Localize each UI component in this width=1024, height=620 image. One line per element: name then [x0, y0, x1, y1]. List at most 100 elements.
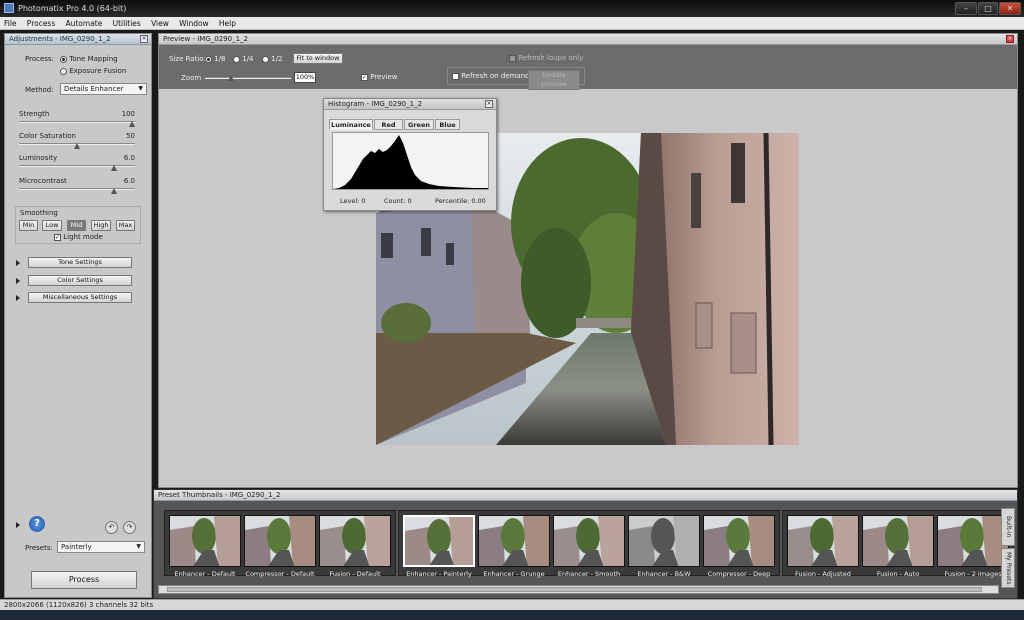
smoothing-high-button[interactable]: High: [91, 220, 111, 231]
ratio-1-8-radio[interactable]: 1/8: [205, 55, 226, 63]
light-mode-checkbox[interactable]: ✓ Light mode: [54, 233, 103, 241]
process-label: Process:: [25, 55, 54, 63]
expand-misc-icon[interactable]: [16, 295, 20, 301]
maximize-button[interactable]: □: [978, 2, 998, 15]
zoom-field[interactable]: 100%: [294, 72, 316, 83]
fit-to-window-button[interactable]: Fit to window: [293, 53, 343, 64]
menu-window[interactable]: Window: [175, 17, 213, 30]
saturation-value: 50: [126, 132, 135, 140]
zoom-label: Zoom: [181, 74, 202, 82]
histogram-title: Histogram - IMG_0290_1_2 ×: [324, 99, 496, 110]
radio-exposure-fusion[interactable]: Exposure Fusion: [60, 67, 126, 75]
zoom-thumb[interactable]: [228, 75, 234, 81]
luminosity-thumb[interactable]: [111, 165, 117, 171]
ratio-1-4-radio[interactable]: 1/4: [233, 55, 254, 63]
strength-track: [19, 121, 135, 123]
minimize-button[interactable]: –: [955, 2, 977, 15]
preview-checkbox[interactable]: ✓ Preview: [361, 73, 397, 81]
preset-label: Compressor - Deep: [707, 570, 771, 578]
ratio-1-2-radio[interactable]: 1/2: [262, 55, 283, 63]
close-button[interactable]: ✕: [999, 2, 1021, 15]
presets-select[interactable]: Painterly ▼: [57, 541, 145, 553]
refresh-demand-checkbox[interactable]: Refresh on demand:: [452, 72, 532, 80]
preset-thumbnail[interactable]: [703, 515, 775, 567]
preset-thumbnail[interactable]: [244, 515, 316, 567]
preset-label: Fusion - Adjusted: [795, 570, 851, 578]
menu-file[interactable]: File: [0, 17, 21, 30]
status-bar: 2800x2066 (1120x826) 3 channels 32 bits: [0, 599, 1024, 620]
tab-blue[interactable]: Blue: [435, 119, 460, 130]
radio-tone-mapping[interactable]: Tone Mapping: [60, 55, 118, 63]
preset-thumbnail[interactable]: [478, 515, 550, 567]
update-preview-button[interactable]: Update preview: [528, 70, 580, 90]
undo-icon[interactable]: ↶: [105, 521, 118, 534]
smoothing-mid-button[interactable]: Mid: [67, 220, 86, 231]
menu-process[interactable]: Process: [23, 17, 59, 30]
slider-luminosity[interactable]: Luminosity 6.0: [19, 154, 135, 174]
preset-thumbnail[interactable]: [553, 515, 625, 567]
smoothing-low-button[interactable]: Low: [42, 220, 62, 231]
horizontal-scrollbar[interactable]: [158, 585, 999, 594]
tab-my-presets[interactable]: My Presets: [1001, 548, 1015, 588]
process-button[interactable]: Process: [31, 571, 137, 589]
preset-label: Fusion - Default: [329, 570, 381, 578]
tab-red[interactable]: Red: [374, 119, 403, 130]
preset-label: Compressor - Default: [245, 570, 315, 578]
microcontrast-thumb[interactable]: [111, 188, 117, 194]
tab-built-in[interactable]: Built-in: [1001, 508, 1015, 546]
status-text: 2800x2066 (1120x826) 3 channels 32 bits: [4, 601, 154, 609]
misc-settings-button[interactable]: Miscellaneous Settings: [28, 292, 132, 303]
menu-utilities[interactable]: Utilities: [109, 17, 145, 30]
luminosity-track: [19, 165, 135, 167]
slider-microcontrast[interactable]: Microcontrast 6.0: [19, 177, 135, 197]
histogram-close-icon[interactable]: ×: [485, 100, 493, 108]
histogram-graph: [332, 132, 489, 190]
panel-close-icon[interactable]: ×: [140, 35, 148, 43]
preset-label: Enhancer - Grunge: [483, 570, 545, 578]
luminosity-value: 6.0: [123, 154, 135, 162]
preview-close-icon[interactable]: ×: [1006, 35, 1014, 43]
tone-settings-button[interactable]: Tone Settings: [28, 257, 132, 268]
preset-thumbnail[interactable]: [787, 515, 859, 567]
presets-value: Painterly: [61, 543, 92, 551]
microcontrast-label: Microcontrast: [19, 177, 67, 185]
preset-thumbnail[interactable]: [937, 515, 1009, 567]
menu-help[interactable]: Help: [215, 17, 240, 30]
scroll-thumb[interactable]: [167, 587, 982, 592]
smoothing-max-button[interactable]: Max: [116, 220, 135, 231]
menu-view[interactable]: View: [147, 17, 173, 30]
color-settings-button[interactable]: Color Settings: [28, 275, 132, 286]
tab-green[interactable]: Green: [404, 119, 434, 130]
slider-strength[interactable]: Strength 100: [19, 110, 135, 130]
histogram-window: Histogram - IMG_0290_1_2 × Luminance Red…: [323, 98, 497, 211]
saturation-thumb[interactable]: [74, 143, 80, 149]
refresh-loupe-checkbox[interactable]: Refresh loupe only: [509, 54, 583, 62]
size-ratio-label: Size Ratio:: [169, 55, 206, 63]
preset-thumbnail[interactable]: [628, 515, 700, 567]
preset-thumbnail[interactable]: [319, 515, 391, 567]
window-title: Photomatix Pro 4.0 (64-bit): [18, 4, 127, 13]
refresh-demand-group: Refresh on demand: Update preview: [447, 67, 585, 90]
strength-thumb[interactable]: [129, 121, 135, 127]
preset-label: Enhancer - B&W: [637, 570, 691, 578]
slider-color-saturation[interactable]: Color Saturation 50: [19, 132, 135, 152]
smoothing-group: Smoothing Min Low Mid High Max ✓ Light m…: [15, 206, 141, 244]
preset-thumbnail[interactable]: [862, 515, 934, 567]
preset-thumbnail[interactable]: [169, 515, 241, 567]
expand-tone-icon[interactable]: [16, 260, 20, 266]
presets-title-text: Preset Thumbnails - IMG_0290_1_2: [158, 491, 281, 499]
saturation-label: Color Saturation: [19, 132, 76, 140]
histogram-level: Level: 0: [340, 197, 366, 205]
method-select[interactable]: Details Enhancer ▼: [60, 83, 147, 95]
expand-presets-icon[interactable]: [16, 522, 20, 528]
preset-label: Fusion - Auto: [876, 570, 920, 578]
help-icon[interactable]: ?: [29, 516, 45, 532]
expand-color-icon[interactable]: [16, 278, 20, 284]
preset-thumbnail[interactable]: [403, 515, 475, 567]
smoothing-min-button[interactable]: Min: [19, 220, 38, 231]
redo-icon[interactable]: ↷: [123, 521, 136, 534]
tab-luminance[interactable]: Luminance: [329, 119, 373, 130]
menu-automate[interactable]: Automate: [61, 17, 106, 30]
app-icon: [4, 3, 14, 13]
presets-label: Presets:: [25, 544, 53, 552]
